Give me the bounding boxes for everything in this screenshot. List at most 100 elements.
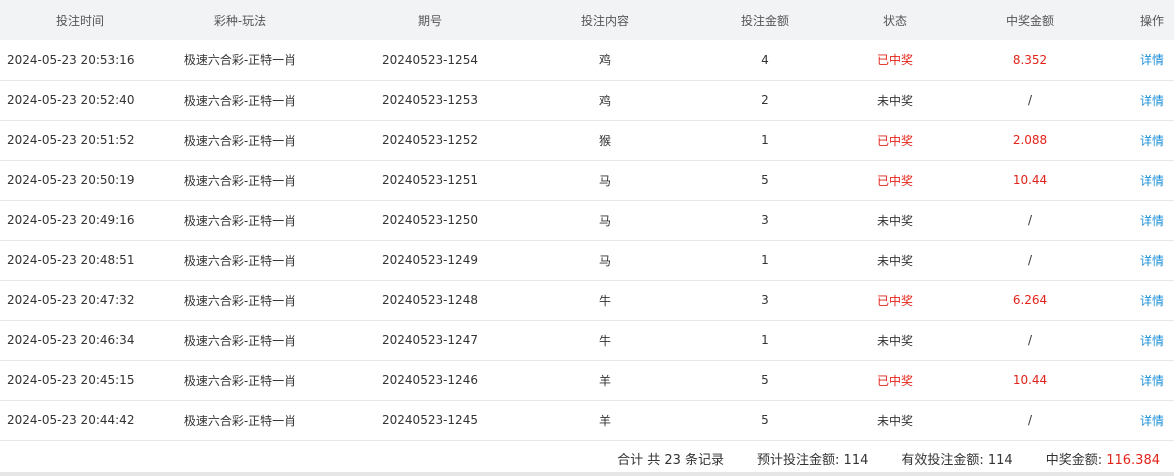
header-row: 投注时间 彩种-玩法 期号 投注内容 投注金额 状态 中奖金额 操作 [0, 0, 1174, 40]
detail-link[interactable]: 详情 [1130, 160, 1174, 200]
prize-label: 中奖金额: [1045, 453, 1107, 468]
status-cell: 已中奖 [876, 133, 913, 148]
game-type-cell: 极速六合彩-正特一肖 [183, 213, 297, 228]
status-cell: 已中奖 [876, 53, 913, 68]
bet-content-cell: 羊 [598, 373, 611, 388]
prize-amount-cell: / [1027, 213, 1033, 227]
detail-link[interactable]: 详情 [1130, 280, 1174, 320]
bet-amount-cell: 5 [761, 173, 769, 187]
issue-cell: 20240523-1245 [382, 413, 478, 427]
detail-link[interactable]: 详情 [1130, 200, 1174, 240]
header-action: 操作 [1139, 13, 1164, 28]
prize-amount-cell: 8.352 [1012, 52, 1048, 67]
bet-time-cell: 2024-05-23 20:53:16 [7, 52, 135, 67]
table-row: 2024-05-23 20:50:19 极速六合彩-正特一肖 20240523-12… [0, 160, 1174, 200]
bet-amount-cell: 1 [761, 133, 769, 147]
detail-link[interactable]: 详情 [1130, 80, 1174, 120]
detail-link[interactable]: 详情 [1130, 320, 1174, 360]
bet-time-cell: 2024-05-23 20:49:16 [7, 213, 135, 227]
table-row: 2024-05-23 20:46:34 极速六合彩-正特一肖 20240523-12… [0, 320, 1174, 360]
prize-value: 116.384 [1106, 453, 1160, 468]
bet-content-cell: 鸡 [598, 93, 611, 108]
table-row: 2024-05-23 20:45:15 极速六合彩-正特一肖 20240523-12… [0, 360, 1174, 400]
detail-link[interactable]: 详情 [1130, 360, 1174, 400]
issue-cell: 20240523-1251 [382, 173, 478, 187]
header-game-type: 彩种-玩法 [213, 13, 267, 28]
header-bet-amount: 投注金额 [740, 13, 789, 28]
bet-time-cell: 2024-05-23 20:50:19 [7, 173, 135, 187]
status-cell: 未中奖 [876, 93, 913, 108]
game-type-cell: 极速六合彩-正特一肖 [183, 253, 297, 268]
bet-amount-cell: 5 [761, 413, 769, 427]
status-cell: 未中奖 [876, 253, 913, 268]
detail-link[interactable]: 详情 [1130, 120, 1174, 160]
prize-amount-cell: / [1027, 333, 1033, 347]
table-row: 2024-05-23 20:44:42 极速六合彩-正特一肖 20240523-12… [0, 400, 1174, 440]
bet-time-cell: 2024-05-23 20:44:42 [7, 413, 135, 427]
issue-cell: 20240523-1253 [382, 93, 478, 107]
header-bet-time: 投注时间 [55, 13, 104, 28]
bet-content-cell: 牛 [598, 333, 611, 348]
bet-time-cell: 2024-05-23 20:45:15 [7, 373, 135, 387]
status-cell: 未中奖 [876, 213, 913, 228]
game-type-cell: 极速六合彩-正特一肖 [183, 293, 297, 308]
prize-amount-cell: 2.088 [1012, 133, 1048, 147]
prize-amount: 中奖金额: 116.384 [1046, 449, 1160, 468]
game-type-cell: 极速六合彩-正特一肖 [183, 53, 297, 68]
detail-link[interactable]: 详情 [1130, 40, 1174, 80]
expected-bet-label: 预计投注金额: [757, 453, 844, 468]
table-row: 2024-05-23 20:53:16 极速六合彩-正特一肖 20240523-12… [0, 40, 1174, 80]
bet-amount-cell: 5 [761, 373, 769, 387]
bet-content-cell: 马 [598, 173, 611, 188]
bet-amount-cell: 3 [761, 213, 769, 227]
bet-content-cell: 马 [598, 253, 611, 268]
issue-cell: 20240523-1250 [382, 213, 478, 227]
bet-content-cell: 牛 [598, 293, 611, 308]
bet-records-table: 投注时间 彩种-玩法 期号 投注内容 投注金额 状态 中奖金额 操作 2024-05-23 2… [0, 0, 1174, 441]
prize-amount-cell: 10.44 [1012, 173, 1048, 187]
game-type-cell: 极速六合彩-正特一肖 [183, 133, 297, 148]
status-cell: 未中奖 [876, 333, 913, 348]
game-type-cell: 极速六合彩-正特一肖 [183, 373, 297, 388]
bet-content-cell: 马 [598, 213, 611, 228]
issue-cell: 20240523-1249 [382, 253, 478, 267]
effective-bet-amount: 有效投注金额: 114 [901, 449, 1012, 468]
game-type-cell: 极速六合彩-正特一肖 [183, 93, 297, 108]
table-row: 2024-05-23 20:49:16 极速六合彩-正特一肖 20240523-12… [0, 200, 1174, 240]
bet-amount-cell: 4 [761, 52, 769, 67]
game-type-cell: 极速六合彩-正特一肖 [183, 333, 297, 348]
header-prize-amount: 中奖金额 [1005, 13, 1054, 28]
effective-bet-label: 有效投注金额: [901, 453, 988, 468]
issue-cell: 20240523-1254 [382, 52, 478, 67]
bet-content-cell: 猴 [598, 133, 611, 148]
bet-amount-cell: 1 [761, 253, 769, 267]
bet-content-cell: 羊 [598, 413, 611, 428]
status-cell: 已中奖 [876, 173, 913, 188]
header-status: 状态 [882, 13, 907, 28]
bet-time-cell: 2024-05-23 20:52:40 [7, 93, 135, 107]
header-issue: 期号 [417, 13, 442, 28]
status-cell: 已中奖 [876, 293, 913, 308]
table-row: 2024-05-23 20:48:51 极速六合彩-正特一肖 20240523-12… [0, 240, 1174, 280]
bet-time-cell: 2024-05-23 20:48:51 [7, 253, 135, 267]
table-row: 2024-05-23 20:52:40 极速六合彩-正特一肖 20240523-12… [0, 80, 1174, 120]
detail-link[interactable]: 详情 [1130, 400, 1174, 440]
table-header: 投注时间 彩种-玩法 期号 投注内容 投注金额 状态 中奖金额 操作 [0, 0, 1174, 40]
bet-amount-cell: 1 [761, 333, 769, 347]
summary-footer: 合计 共 23 条记录 预计投注金额: 114 有效投注金额: 114 中奖金额… [0, 441, 1174, 476]
issue-cell: 20240523-1248 [382, 293, 478, 307]
status-cell: 已中奖 [876, 373, 913, 388]
expected-bet-value: 114 [843, 453, 869, 468]
prize-amount-cell: 6.264 [1012, 293, 1048, 307]
bet-amount-cell: 2 [761, 93, 769, 107]
effective-bet-value: 114 [987, 453, 1013, 468]
detail-link[interactable]: 详情 [1130, 240, 1174, 280]
bet-time-cell: 2024-05-23 20:47:32 [7, 293, 135, 307]
status-cell: 未中奖 [876, 413, 913, 428]
table-body: 2024-05-23 20:53:16 极速六合彩-正特一肖 20240523-12… [0, 40, 1174, 440]
expected-bet-amount: 预计投注金额: 114 [757, 449, 868, 468]
game-type-cell: 极速六合彩-正特一肖 [183, 413, 297, 428]
issue-cell: 20240523-1247 [382, 333, 478, 347]
bet-time-cell: 2024-05-23 20:46:34 [7, 333, 135, 347]
prize-amount-cell: / [1027, 253, 1033, 267]
